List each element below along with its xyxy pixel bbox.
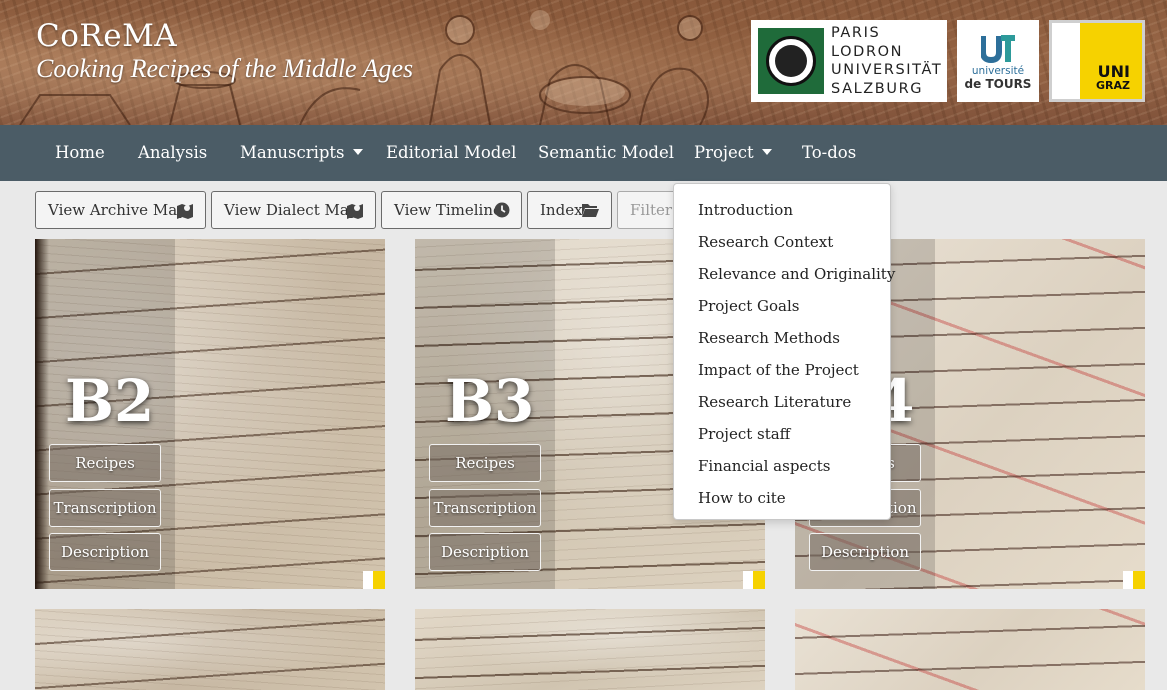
uni-graz-mini-logo — [1123, 571, 1145, 589]
graz-logo-line1: UNI — [1097, 62, 1130, 81]
menu-item-relevance[interactable]: Relevance and Originality — [698, 265, 895, 283]
map-marker-icon — [177, 204, 193, 219]
nav-home[interactable]: Home — [55, 125, 105, 181]
plus-salzburg-logo[interactable]: PARIS LODRON UNIVERSITÄT SALZBURG — [751, 20, 947, 102]
button-label: View Archive Map — [48, 201, 187, 219]
recipes-button[interactable]: Recipes — [49, 444, 161, 482]
menu-item-research-methods[interactable]: Research Methods — [698, 329, 840, 347]
nav-analysis[interactable]: Analysis — [138, 125, 207, 181]
tours-logo-line1: université — [971, 65, 1025, 77]
folder-open-icon — [582, 204, 599, 217]
plus-logo-line: LODRON — [831, 43, 904, 60]
project-dropdown-menu: Introduction Research Context Relevance … — [673, 183, 895, 520]
manuscript-card[interactable]: B2 Recipes Transcription Description — [35, 239, 385, 589]
nav-todos[interactable]: To-dos — [802, 125, 856, 181]
nav-label: Editorial Model — [386, 143, 517, 162]
view-archive-map-button[interactable]: View Archive Map — [35, 191, 206, 229]
description-button[interactable]: Description — [429, 533, 541, 571]
site-subtitle: Cooking Recipes of the Middle Ages — [36, 54, 414, 83]
plus-logo-line: PARIS — [831, 25, 881, 41]
lion-seal-icon — [758, 28, 824, 94]
menu-item-research-literature[interactable]: Research Literature — [698, 393, 851, 411]
uni-graz-mini-logo — [743, 571, 765, 589]
menu-item-financial-aspects[interactable]: Financial aspects — [698, 457, 830, 475]
menu-item-impact[interactable]: Impact of the Project — [698, 361, 859, 379]
manuscript-card[interactable] — [415, 609, 765, 690]
caret-down-icon — [352, 149, 363, 155]
plus-logo-text: PARIS LODRON UNIVERSITÄT SALZBURG — [831, 24, 942, 98]
plus-logo-line: UNIVERSITÄT — [831, 62, 943, 78]
site-title[interactable]: CoReMA — [36, 18, 177, 54]
view-dialect-map-button[interactable]: View Dialect Map — [211, 191, 376, 229]
menu-item-introduction[interactable]: Introduction — [698, 201, 793, 219]
menu-item-research-context[interactable]: Research Context — [698, 233, 833, 251]
transcription-button[interactable]: Transcription — [429, 489, 541, 527]
index-button[interactable]: Index — [527, 191, 612, 229]
view-timeline-button[interactable]: View Timeline — [381, 191, 522, 229]
tours-logo[interactable]: université de TOURS — [957, 20, 1039, 102]
nav-label: Home — [55, 143, 105, 162]
nav-editorial-model[interactable]: Editorial Model — [386, 125, 516, 181]
description-button[interactable]: Description — [49, 533, 161, 571]
nav-label: To-dos — [802, 143, 857, 162]
manuscript-card[interactable] — [795, 609, 1145, 690]
button-label: View Timeline — [394, 201, 502, 219]
button-label: Index — [540, 201, 583, 219]
tours-logo-line2: de TOURS — [964, 77, 1032, 91]
description-button[interactable]: Description — [809, 533, 921, 571]
card-label: B3 — [445, 367, 535, 435]
nav-label: Manuscripts — [240, 143, 345, 162]
transcription-button[interactable]: Transcription — [49, 489, 161, 527]
nav-project[interactable]: Project — [694, 125, 772, 181]
recipes-button[interactable]: Recipes — [429, 444, 541, 482]
menu-item-project-goals[interactable]: Project Goals — [698, 297, 799, 315]
graz-logo-line2: GRAZ — [1096, 79, 1130, 92]
tours-mark-icon — [981, 35, 1015, 64]
caret-down-icon — [761, 149, 772, 155]
menu-item-how-to-cite[interactable]: How to cite — [698, 489, 786, 507]
main-navbar: Home Analysis Manuscripts Editorial Mode… — [0, 125, 1167, 181]
menu-item-project-staff[interactable]: Project staff — [698, 425, 790, 443]
uni-graz-mini-logo — [363, 571, 385, 589]
plus-logo-line: SALZBURG — [831, 80, 924, 97]
graz-logo-text: UNI GRAZ — [1096, 62, 1130, 93]
nav-label: Analysis — [138, 143, 208, 162]
clock-icon — [494, 202, 510, 218]
nav-manuscripts[interactable]: Manuscripts — [240, 125, 363, 181]
header-banner: CoReMA Cooking Recipes of the Middle Age… — [0, 0, 1167, 125]
uni-graz-logo[interactable]: UNI GRAZ — [1049, 20, 1145, 102]
nav-semantic-model[interactable]: Semantic Model — [538, 125, 674, 181]
manuscript-card[interactable] — [35, 609, 385, 690]
button-label: View Dialect Map — [224, 201, 359, 219]
nav-label: Project — [694, 143, 754, 162]
card-label: B2 — [65, 367, 155, 435]
map-marker-icon — [347, 204, 363, 219]
nav-label: Semantic Model — [538, 143, 675, 162]
